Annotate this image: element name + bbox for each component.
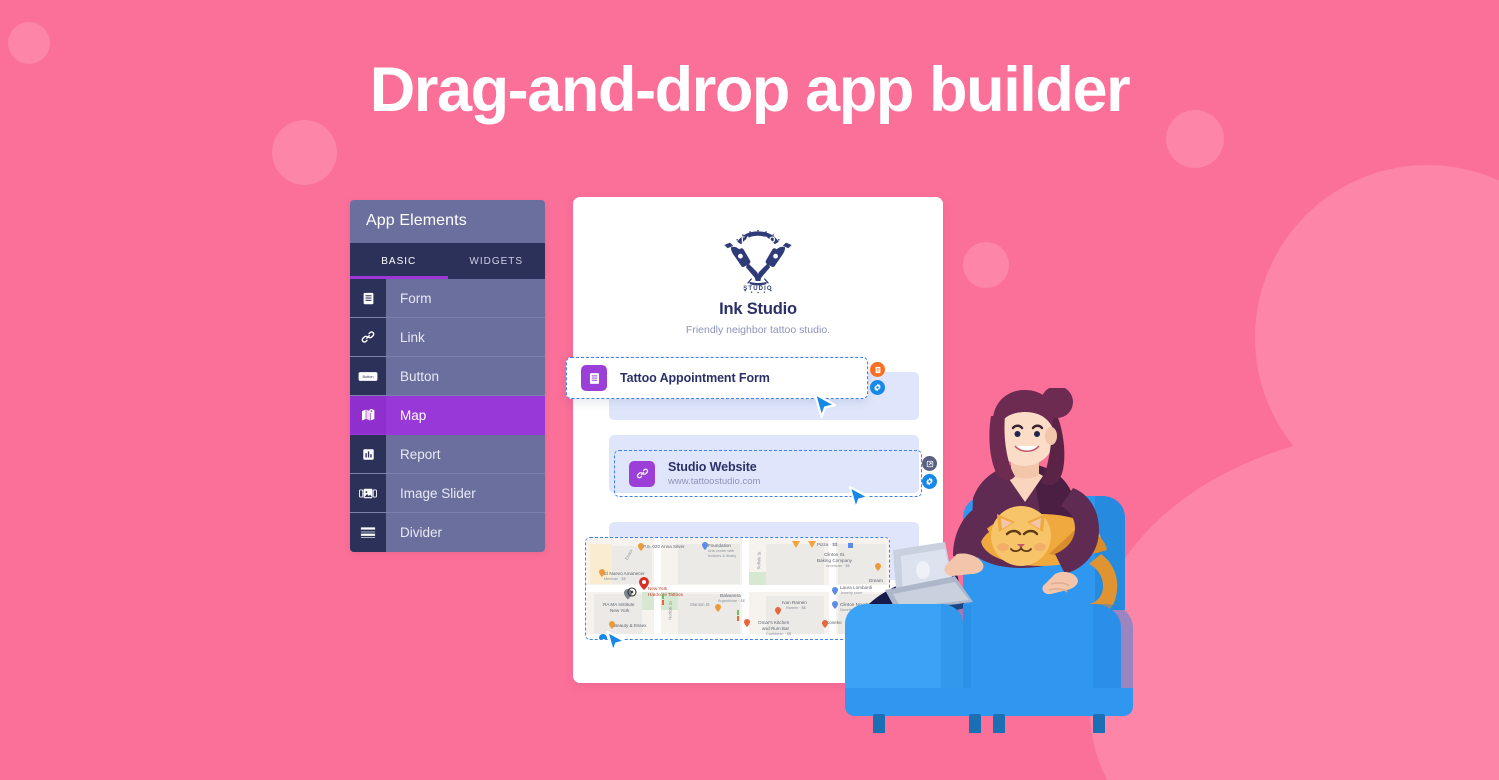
element-card-title: Studio Website bbox=[668, 460, 757, 474]
app-elements-panel: App Elements BASIC WIDGETS Form Link But… bbox=[350, 200, 545, 552]
image-slider-icon bbox=[350, 474, 386, 512]
element-card-title: Tattoo Appointment Form bbox=[620, 371, 770, 385]
sidebar-item-label: Form bbox=[400, 290, 432, 306]
sidebar-item-label: Button bbox=[400, 368, 440, 384]
drag-cursor-link bbox=[848, 485, 870, 510]
drag-cursor-form bbox=[813, 392, 837, 419]
sidebar-item-button[interactable]: Button Button bbox=[350, 357, 545, 396]
tab-widgets[interactable]: WIDGETS bbox=[448, 243, 546, 279]
decorative-circle bbox=[963, 242, 1009, 288]
divider-icon bbox=[350, 513, 386, 552]
sidebar-item-divider[interactable]: Divider bbox=[350, 513, 545, 552]
svg-text:STUDIO: STUDIO bbox=[743, 286, 772, 292]
sidebar-item-image-slider[interactable]: Image Slider bbox=[350, 474, 545, 513]
tab-basic[interactable]: BASIC bbox=[350, 243, 448, 279]
map-icon bbox=[350, 396, 386, 434]
drag-cursor-map bbox=[606, 630, 626, 653]
link-icon bbox=[629, 460, 655, 487]
page-title: Drag-and-drop app builder bbox=[369, 55, 1131, 125]
element-list: Form Link Button Button Map Report Image… bbox=[350, 279, 545, 552]
illustration-woman-with-laptop-and-cat bbox=[845, 388, 1133, 733]
form-icon bbox=[581, 365, 607, 391]
form-icon[interactable] bbox=[870, 362, 885, 377]
element-card-text: Tattoo Appointment Form bbox=[620, 371, 770, 385]
svg-text:Button: Button bbox=[362, 375, 373, 379]
app-tagline: Friendly neighbor tattoo studio. bbox=[685, 324, 831, 336]
sidebar-item-map[interactable]: Map bbox=[350, 396, 545, 435]
sidebar-item-label: Report bbox=[400, 446, 441, 462]
link-icon bbox=[350, 318, 386, 356]
element-card-subtitle: www.tattoostudio.com bbox=[668, 476, 761, 487]
sidebar-item-link[interactable]: Link bbox=[350, 318, 545, 357]
button-icon: Button bbox=[350, 357, 386, 395]
panel-title: App Elements bbox=[350, 200, 545, 243]
sidebar-item-report[interactable]: Report bbox=[350, 435, 545, 474]
sidebar-item-label: Link bbox=[400, 329, 425, 345]
sidebar-item-label: Divider bbox=[400, 525, 443, 540]
svg-text:TATTOO: TATTOO bbox=[740, 236, 776, 245]
element-card-text: Studio Website www.tattoostudio.com bbox=[668, 460, 760, 487]
sidebar-item-form[interactable]: Form bbox=[350, 279, 545, 318]
app-name: Ink Studio bbox=[719, 300, 797, 318]
map-tile[interactable]: Essex Norfolk St Suffolk St Stanton St P… bbox=[586, 538, 889, 639]
decorative-circle bbox=[272, 120, 337, 185]
panel-tabs: BASIC WIDGETS bbox=[350, 243, 545, 279]
tattoo-studio-logo: TATTOO STUDIO bbox=[724, 229, 792, 293]
sidebar-item-label: Image Slider bbox=[400, 485, 476, 501]
form-icon bbox=[350, 279, 386, 317]
sidebar-item-label: Map bbox=[386, 396, 545, 434]
report-icon bbox=[350, 435, 386, 473]
